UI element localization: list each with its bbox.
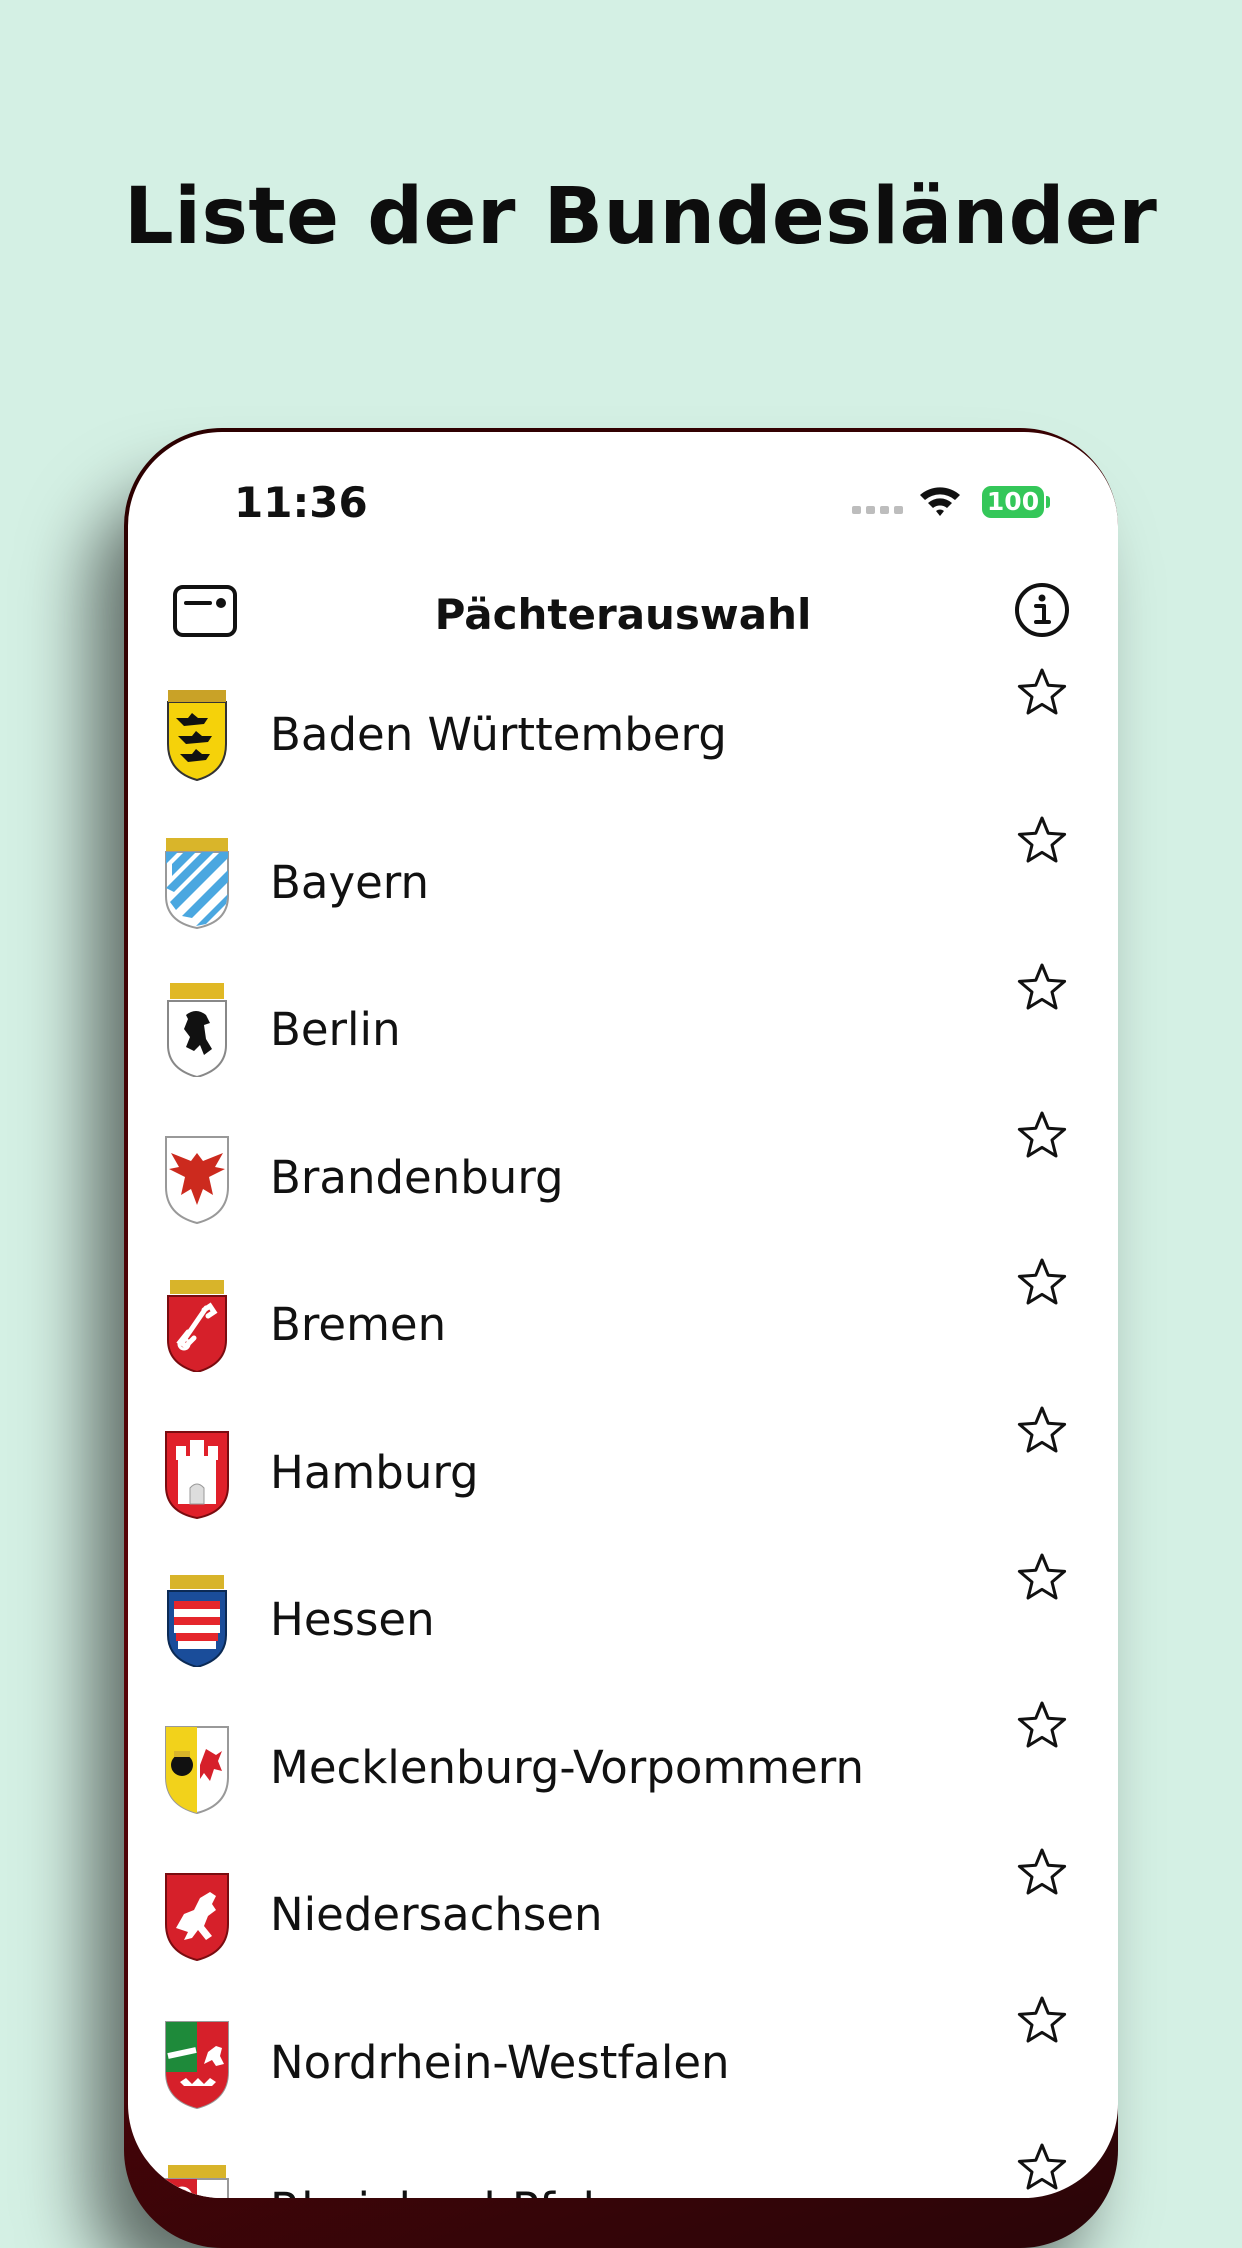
list-item[interactable]: Berlin <box>128 957 1118 1104</box>
star-outline-icon[interactable] <box>1016 1256 1068 1313</box>
navigation-bar: Pächterauswahl <box>128 572 1118 662</box>
state-name: Brandenburg <box>270 1150 564 1204</box>
star-outline-icon[interactable] <box>1016 1994 1068 2051</box>
list-item[interactable]: Brandenburg <box>128 1105 1118 1252</box>
list-item[interactable]: Nordrhein-Westfalen <box>128 1990 1118 2137</box>
bremen-crest-icon <box>162 1278 232 1374</box>
state-name: Baden Württemberg <box>270 708 727 761</box>
star-outline-icon[interactable] <box>1016 2141 1068 2198</box>
berlin-crest-icon <box>162 979 232 1079</box>
star-outline-icon[interactable] <box>1016 1404 1068 1461</box>
state-name: Bremen <box>270 1298 447 1351</box>
list-item[interactable]: Hessen <box>128 1547 1118 1694</box>
state-name: Hamburg <box>270 1445 479 1499</box>
star-outline-icon[interactable] <box>1016 666 1068 723</box>
state-name: Rheinland-Pfalz <box>270 2183 619 2198</box>
battery-icon: 100 <box>982 486 1050 518</box>
brandenburg-crest-icon <box>162 1131 232 1225</box>
bayern-crest-icon <box>162 836 232 930</box>
hessen-crest-icon <box>162 1573 232 1669</box>
hamburg-crest-icon <box>162 1426 232 1520</box>
star-outline-icon[interactable] <box>1016 1109 1068 1166</box>
niedersachsen-crest-icon <box>162 1868 232 1962</box>
star-outline-icon[interactable] <box>1016 961 1068 1018</box>
state-name: Nordrhein-Westfalen <box>270 2035 730 2089</box>
battery-level: 100 <box>982 486 1044 518</box>
wifi-icon <box>920 487 960 516</box>
list-item[interactable]: Bayern <box>128 810 1118 957</box>
state-name: Berlin <box>270 1003 401 1056</box>
star-outline-icon[interactable] <box>1016 1551 1068 1608</box>
list-item[interactable]: Niedersachsen <box>128 1842 1118 1989</box>
state-name: Mecklenburg-Vorpommern <box>270 1740 864 1794</box>
nav-title: Pächterauswahl <box>434 590 812 639</box>
promo-title: Liste der Bundesländer <box>124 172 1158 262</box>
list-item[interactable]: Mecklenburg-Vorpommern <box>128 1695 1118 1842</box>
star-outline-icon[interactable] <box>1016 1846 1068 1903</box>
info-icon[interactable] <box>1014 582 1070 638</box>
rheinland-pfalz-crest-icon <box>162 2163 232 2198</box>
state-name: Niedersachsen <box>270 1888 603 1941</box>
nordrhein-westfalen-crest-icon <box>162 2016 232 2110</box>
star-outline-icon[interactable] <box>1016 1699 1068 1756</box>
state-name: Bayern <box>270 855 429 909</box>
baden-wuerttemberg-crest-icon <box>162 688 232 782</box>
mecklenburg-vorpommern-crest-icon <box>162 1721 232 1815</box>
phone-screen: 11:36 100 Pächterauswahl Baden Württembe… <box>128 432 1118 2198</box>
cellular-signal-icon <box>852 506 903 514</box>
state-name: Hessen <box>270 1593 435 1646</box>
star-outline-icon[interactable] <box>1016 814 1068 871</box>
list-item[interactable]: Hamburg <box>128 1400 1118 1547</box>
status-time: 11:36 <box>234 478 368 527</box>
list-item[interactable]: Bremen <box>128 1252 1118 1399</box>
status-bar: 11:36 100 <box>128 432 1118 542</box>
list-item[interactable]: Rheinland-Pfalz <box>128 2137 1118 2198</box>
list-item[interactable]: Baden Württemberg <box>128 662 1118 809</box>
